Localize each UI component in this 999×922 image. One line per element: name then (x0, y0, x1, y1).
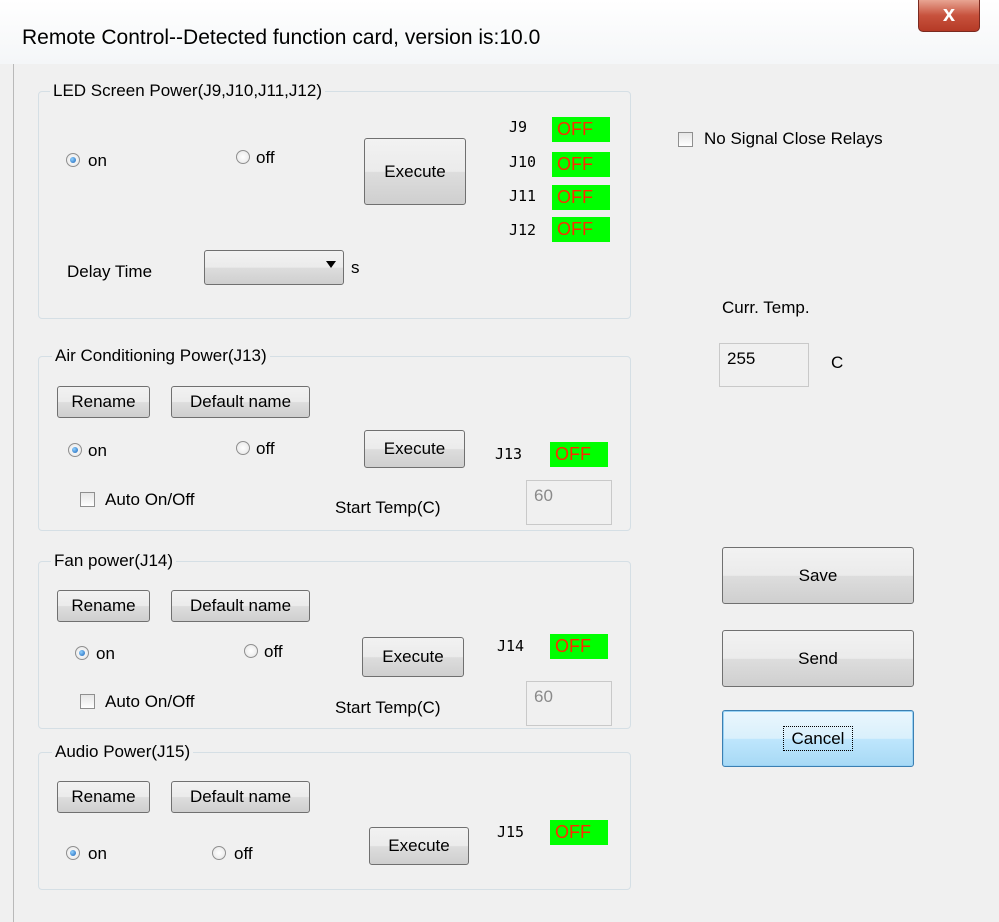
fan-power-legend: Fan power(J14) (51, 551, 177, 571)
radio-selected-icon (68, 443, 82, 457)
audio-on-radio[interactable]: on (66, 844, 146, 864)
title-bar: Remote Control--Detected function card, … (0, 0, 999, 64)
ac-off-radio[interactable]: off (236, 439, 316, 459)
no-signal-close-relays-label: No Signal Close Relays (704, 129, 883, 148)
relay-status-j9: OFF (552, 117, 610, 142)
cancel-button[interactable]: Cancel (722, 710, 914, 767)
fan-auto-checkbox[interactable]: Auto On/Off (80, 692, 250, 712)
fan-rename-button[interactable]: Rename (57, 590, 150, 622)
ac-power-legend: Air Conditioning Power(J13) (52, 346, 270, 366)
delay-time-select[interactable] (204, 250, 344, 285)
delay-unit-label: s (351, 258, 360, 277)
ac-start-temp-label: Start Temp(C) (335, 498, 441, 517)
radio-unselected-icon (244, 644, 258, 658)
radio-unselected-icon (212, 846, 226, 860)
audio-power-legend: Audio Power(J15) (52, 742, 194, 762)
fan-start-temp-field[interactable]: 60 (526, 681, 612, 726)
relay-label-j10: J10 (509, 153, 537, 171)
audio-off-radio[interactable]: off (212, 844, 292, 864)
fan-auto-label: Auto On/Off (105, 692, 195, 711)
audio-off-label: off (234, 844, 253, 863)
relay-label-j12: J12 (509, 221, 537, 239)
curr-temp-field: 255 (719, 343, 809, 387)
send-button[interactable]: Send (722, 630, 914, 687)
relay-status-j15: OFF (550, 820, 608, 845)
fan-on-radio[interactable]: on (75, 644, 155, 664)
audio-default-name-button[interactable]: Default name (171, 781, 310, 813)
relay-label-j14: J14 (497, 637, 525, 655)
fan-default-name-button[interactable]: Default name (171, 590, 310, 622)
audio-on-label: on (88, 844, 107, 863)
no-signal-close-relays-checkbox[interactable]: No Signal Close Relays (678, 129, 938, 151)
relay-label-j15: J15 (497, 823, 525, 841)
chevron-down-icon (326, 261, 336, 268)
radio-selected-icon (75, 646, 89, 660)
audio-rename-button[interactable]: Rename (57, 781, 150, 813)
radio-unselected-icon (236, 150, 250, 164)
delay-time-label: Delay Time (67, 262, 153, 281)
relay-status-j12: OFF (552, 217, 610, 242)
temp-unit-label: C (831, 353, 844, 372)
relay-label-j11: J11 (509, 187, 537, 205)
ac-execute-button[interactable]: Execute (364, 430, 465, 468)
ac-on-radio[interactable]: on (68, 441, 148, 461)
relay-status-j10: OFF (552, 152, 610, 177)
fan-off-label: off (264, 642, 283, 661)
relay-label-j9: J9 (509, 118, 528, 136)
cancel-button-label: Cancel (782, 726, 854, 751)
led-power-legend: LED Screen Power(J9,J10,J11,J12) (50, 81, 325, 101)
relay-status-j13: OFF (550, 442, 608, 467)
fan-off-radio[interactable]: off (244, 642, 324, 662)
radio-selected-icon (66, 153, 80, 167)
checkbox-unchecked-icon (80, 492, 95, 507)
fan-start-temp-label: Start Temp(C) (335, 698, 441, 717)
window-title: Remote Control--Detected function card, … (22, 26, 541, 49)
ac-rename-button[interactable]: Rename (57, 386, 150, 418)
radio-unselected-icon (236, 441, 250, 455)
ac-off-label: off (256, 439, 275, 458)
ac-on-label: on (88, 441, 107, 460)
ac-auto-checkbox[interactable]: Auto On/Off (80, 490, 250, 510)
ac-auto-label: Auto On/Off (105, 490, 195, 509)
radio-selected-icon (66, 846, 80, 860)
ac-default-name-button[interactable]: Default name (171, 386, 310, 418)
fan-execute-button[interactable]: Execute (362, 637, 464, 677)
led-on-label: on (88, 151, 107, 170)
led-off-label: off (256, 148, 275, 167)
ac-start-temp-field[interactable]: 60 (526, 480, 612, 525)
audio-power-group (38, 752, 631, 890)
led-off-radio[interactable]: off (236, 148, 316, 168)
save-button[interactable]: Save (722, 547, 914, 604)
led-on-radio[interactable]: on (66, 151, 146, 171)
led-execute-button[interactable]: Execute (364, 138, 466, 205)
checkbox-unchecked-icon (80, 694, 95, 709)
close-icon: x (942, 1, 956, 26)
relay-label-j13: J13 (495, 445, 523, 463)
checkbox-unchecked-icon (678, 132, 693, 147)
fan-on-label: on (96, 644, 115, 663)
audio-execute-button[interactable]: Execute (369, 827, 469, 865)
relay-status-j11: OFF (552, 185, 610, 210)
curr-temp-label: Curr. Temp. (722, 298, 810, 317)
close-button[interactable]: x (918, 0, 980, 32)
relay-status-j14: OFF (550, 634, 608, 659)
